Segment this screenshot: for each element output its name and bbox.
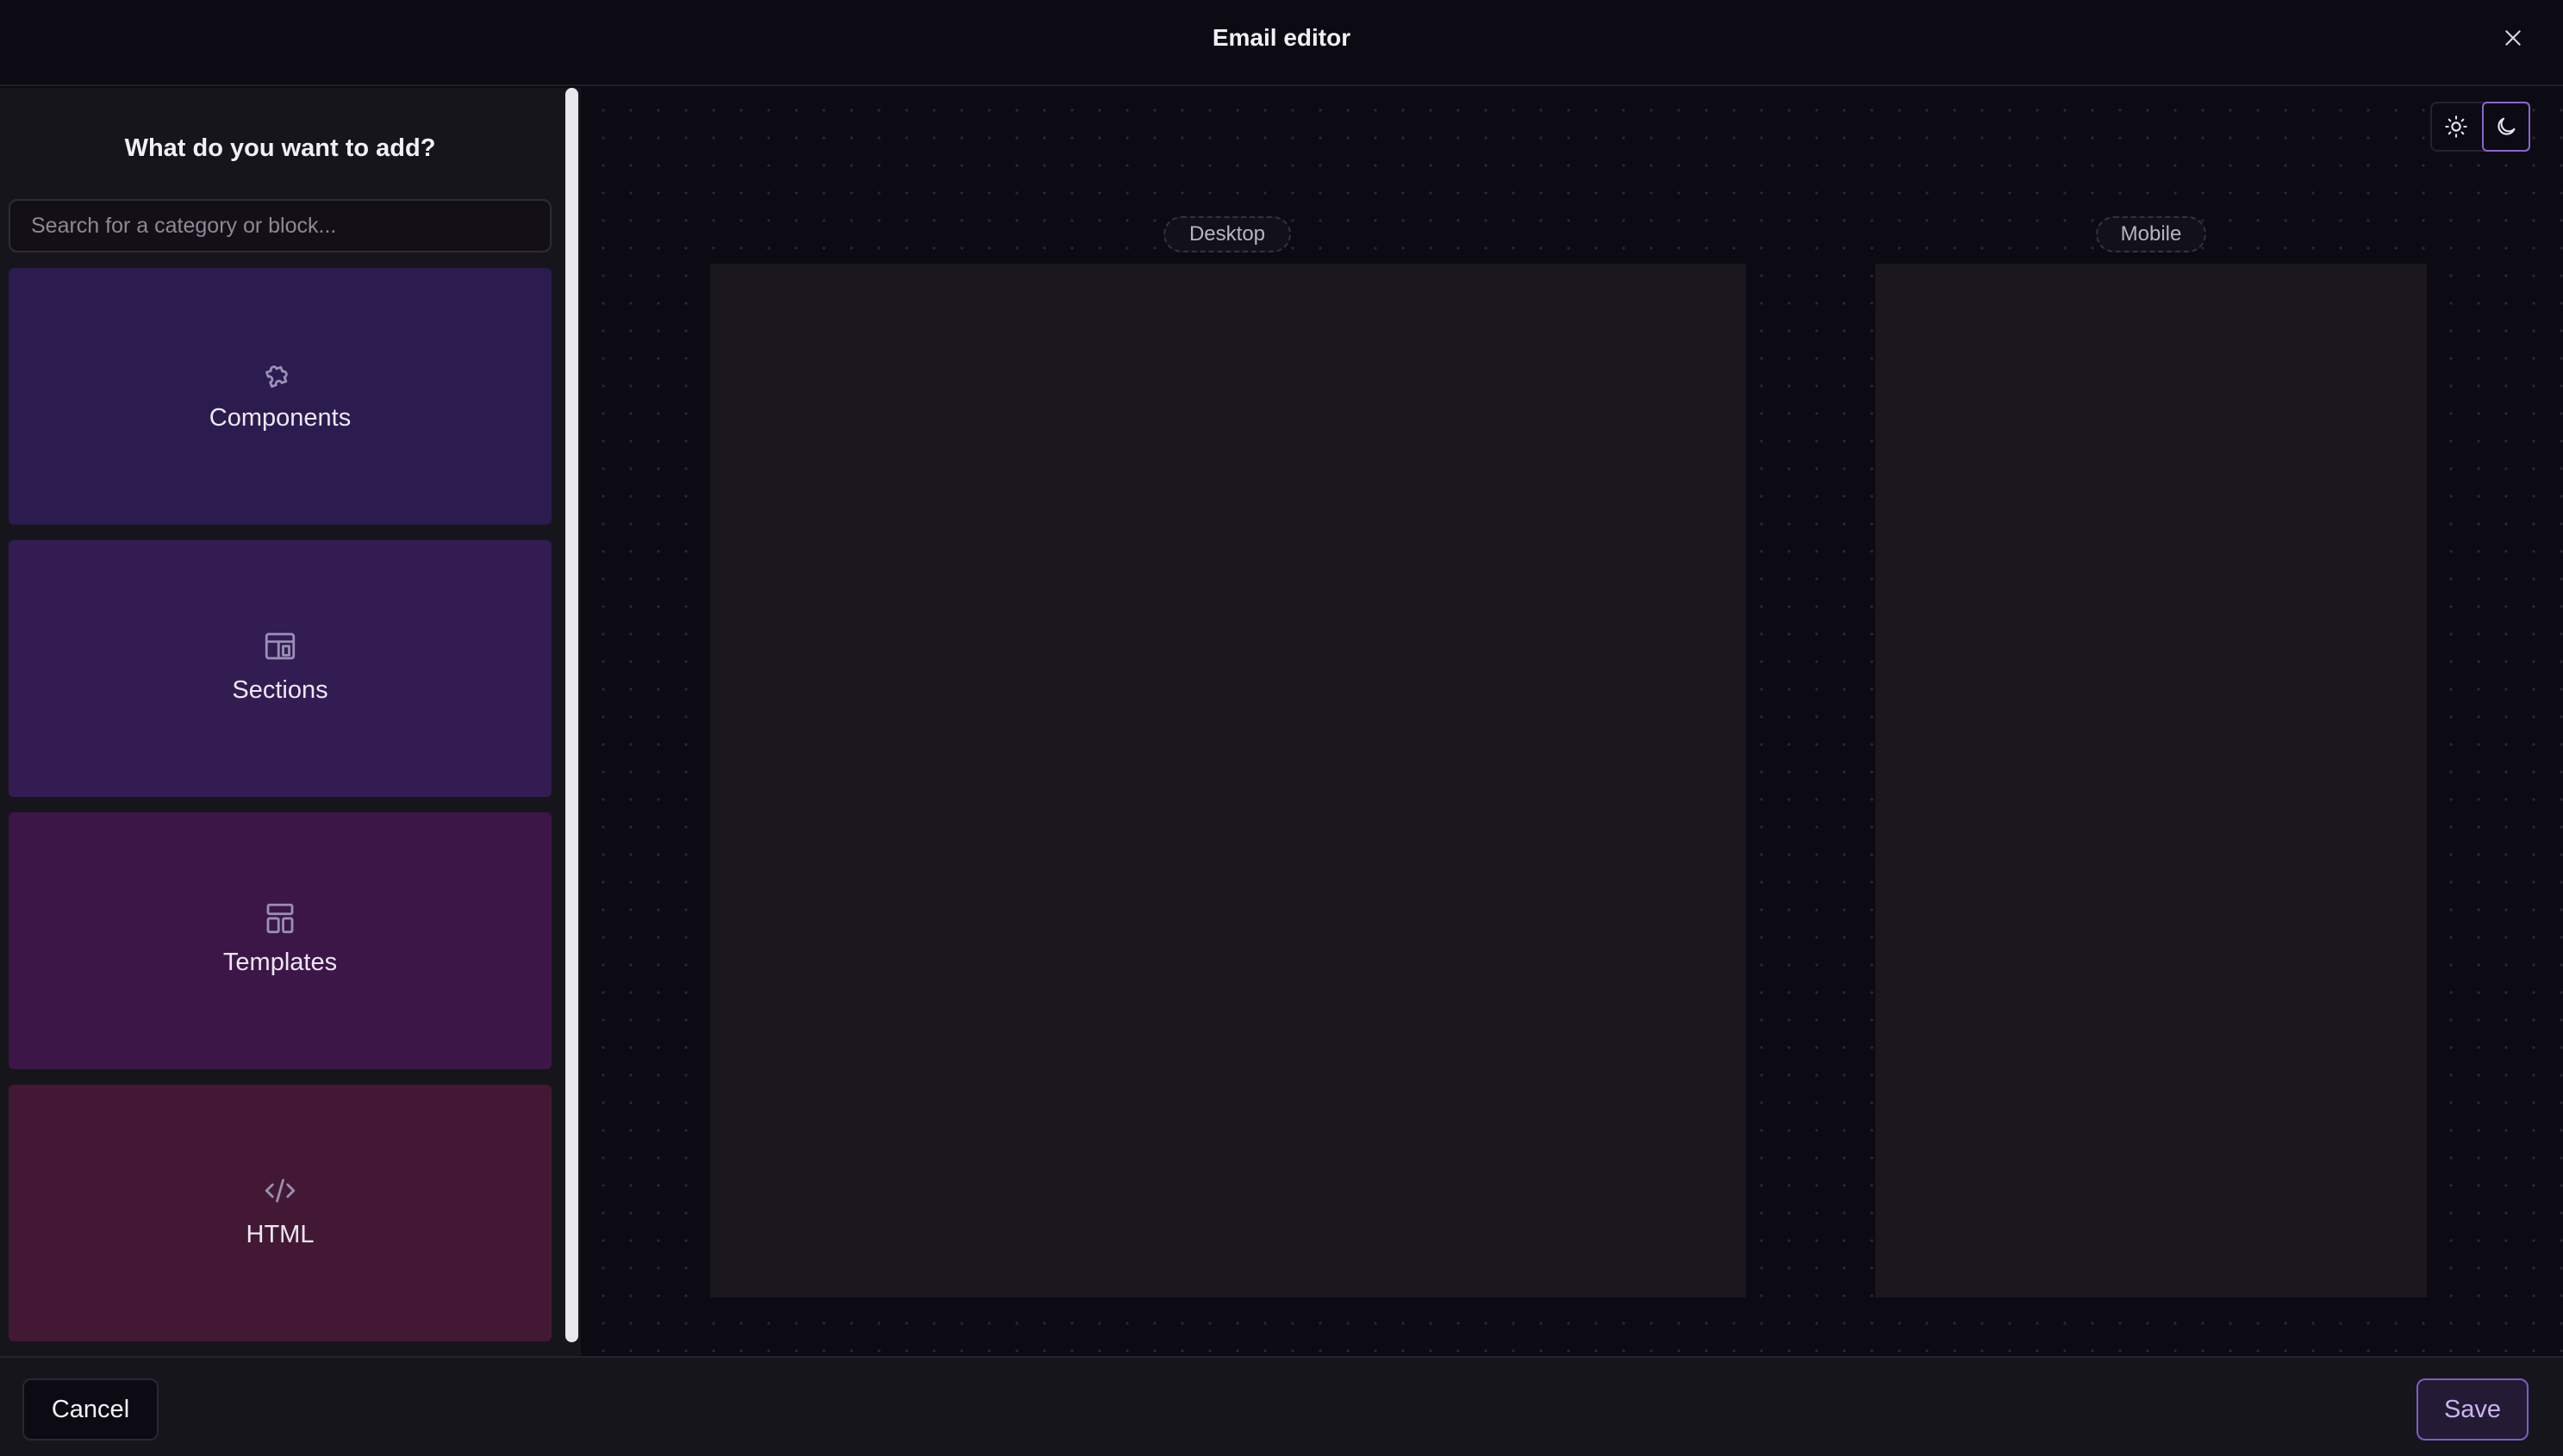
dark-theme-button[interactable]: [2482, 102, 2530, 152]
category-label: HTML: [246, 1220, 315, 1248]
theme-toggle: [2430, 102, 2530, 152]
puzzle-icon: [265, 364, 288, 388]
mobile-preview-label: Mobile: [2096, 216, 2206, 252]
modal-title: Email editor: [1212, 24, 1351, 51]
code-icon: [265, 1178, 296, 1203]
category-label: Components: [209, 403, 352, 432]
category-label: Templates: [222, 948, 338, 976]
category-card-components[interactable]: Components: [9, 268, 552, 525]
close-icon: [2505, 30, 2521, 46]
category-card-templates[interactable]: Templates: [9, 812, 552, 1069]
moon-icon: [2498, 117, 2516, 135]
search-input[interactable]: [9, 199, 552, 252]
sun-icon: [2445, 115, 2467, 138]
cancel-button[interactable]: Cancel: [22, 1378, 159, 1440]
category-label: Sections: [232, 675, 328, 704]
modal-header: Email editor: [0, 0, 2563, 86]
category-card-html[interactable]: HTML: [9, 1085, 552, 1341]
close-button[interactable]: [2498, 22, 2529, 53]
mobile-preview-frame[interactable]: [1875, 264, 2427, 1297]
desktop-preview-frame[interactable]: [710, 264, 1746, 1297]
light-theme-button[interactable]: [2432, 103, 2480, 150]
category-card-sections[interactable]: Sections: [9, 540, 552, 797]
desktop-preview-label: Desktop: [1163, 216, 1291, 252]
sidebar-heading: What do you want to add?: [124, 134, 436, 162]
layout-template-icon: [266, 903, 294, 933]
sidebar-scrollbar[interactable]: [565, 88, 578, 1342]
save-button[interactable]: Save: [2416, 1378, 2529, 1440]
layout-section-icon: [265, 632, 296, 659]
modal-footer: [0, 1356, 2563, 1456]
